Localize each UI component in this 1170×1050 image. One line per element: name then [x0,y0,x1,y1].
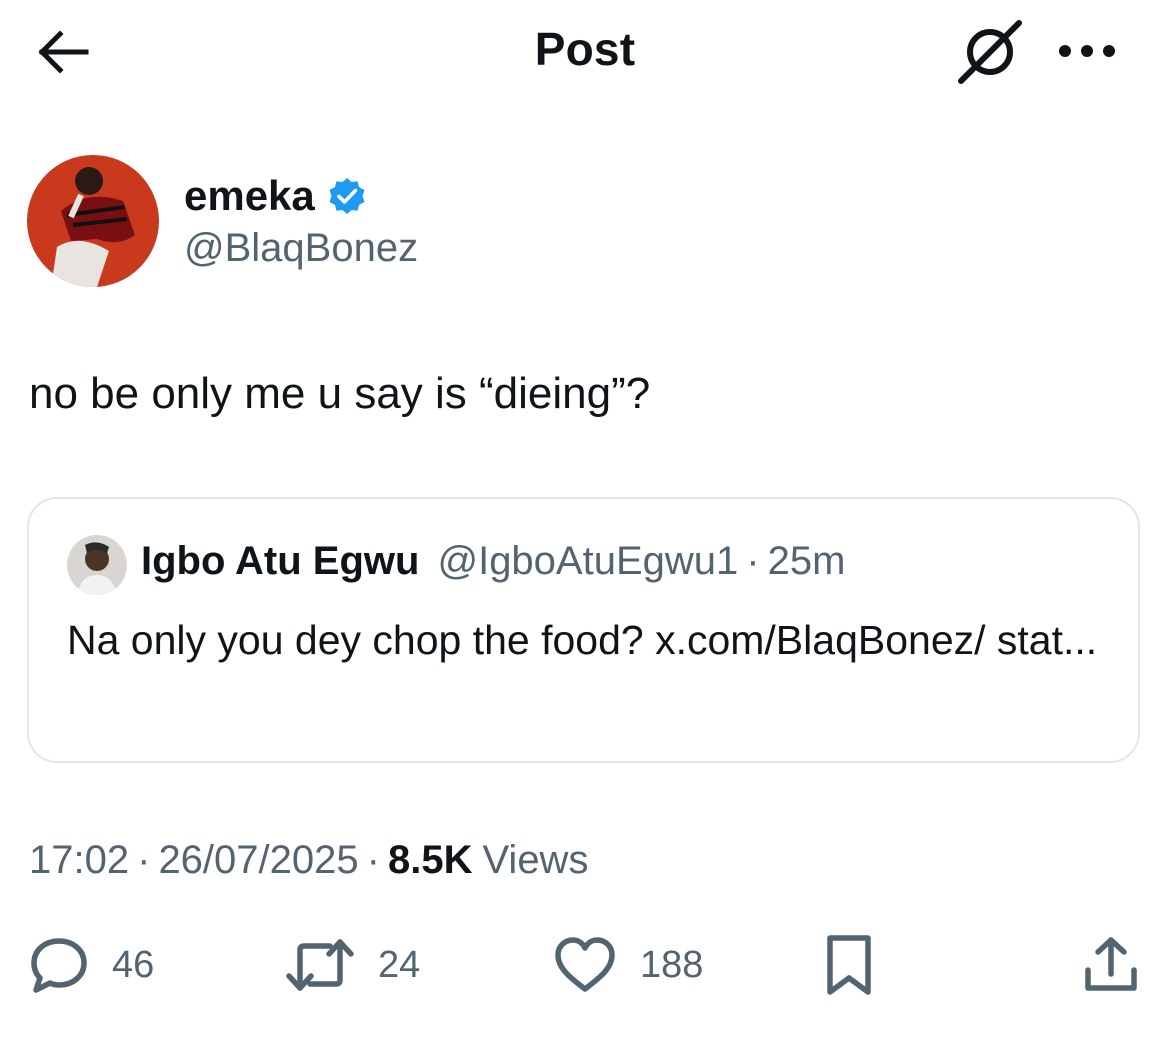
more-button[interactable] [1052,24,1122,78]
quoted-avatar-image [67,535,127,595]
share-icon [1085,937,1137,991]
views-label[interactable]: Views [482,838,588,883]
post-date: 26/07/2025 [158,838,359,882]
verified-badge-icon [329,178,365,214]
repost-count: 24 [378,943,421,986]
heart-icon [555,937,615,992]
author-avatar[interactable] [27,155,159,287]
post-text: no be only me u say is “dieing”? [29,369,651,418]
author-name-text: emeka [184,172,315,219]
repost-button[interactable]: 24 [284,932,420,998]
author-name[interactable]: emeka [184,172,367,220]
quoted-header: Igbo Atu Egwu @IgboAtuEgwu1 · 25m [141,539,845,584]
more-horizontal-icon [1059,45,1115,57]
reply-count: 46 [112,943,155,986]
quoted-author-handle: @IgboAtuEgwu1 [437,539,739,583]
meta-separator: · [137,838,151,882]
grok-icon [958,20,1022,84]
quoted-separator: · [746,539,760,583]
bookmark-button[interactable] [822,932,876,998]
quoted-post-card[interactable]: Igbo Atu Egwu @IgboAtuEgwu1 · 25m Na onl… [27,497,1140,763]
post-time: 17:02 [29,838,130,882]
post-meta: 17:02 · 26/07/2025 · 8.5K Views [29,838,588,883]
quoted-timestamp: 25m [767,539,846,583]
repost-icon [286,939,354,991]
share-button[interactable] [1080,932,1142,998]
grok-button[interactable] [952,16,1026,86]
reply-button[interactable]: 46 [28,932,154,998]
like-count: 188 [640,943,704,986]
quoted-author-avatar [67,535,127,595]
like-button[interactable]: 188 [552,932,703,998]
avatar-image [27,155,159,287]
quoted-author-name: Igbo Atu Egwu [141,539,420,583]
reply-icon [31,938,87,993]
views-count[interactable]: 8.5K [388,838,473,883]
quoted-post-text: Na only you dey chop the food? x.com/Bla… [67,617,1098,663]
bookmark-icon [827,935,871,995]
author-handle[interactable]: @BlaqBonez [184,226,418,271]
meta-separator-2: · [366,838,380,882]
